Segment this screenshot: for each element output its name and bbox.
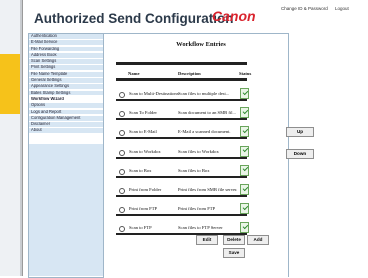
sidebar-item-general-settings[interactable]: General Settings: [29, 78, 103, 84]
workflow-row[interactable]: Scan to Workdox Scan files to Workdox: [116, 145, 249, 161]
row-description: E-Mail a scanned document.: [178, 129, 231, 135]
sidebar: Authentication E-Mail Service File Forward…: [28, 33, 104, 278]
workflow-row[interactable]: Scan to E-Mail E-Mail a scanned document.: [116, 126, 249, 141]
row-divider: [116, 137, 247, 140]
main-content: Workflow Entries Name Description Status…: [103, 33, 289, 277]
status-check-icon[interactable]: [240, 222, 249, 234]
desktop-background: [0, 0, 20, 276]
sidebar-item-about[interactable]: About: [29, 128, 103, 135]
row-description: Scan document to an SMB fil...: [178, 110, 236, 116]
sidebar-item-options[interactable]: Options: [29, 103, 103, 110]
workflow-row[interactable]: Print from Folder Print files from SMB fi…: [116, 184, 249, 199]
row-divider: [116, 118, 247, 121]
row-name: Scan to E-Mail: [129, 129, 157, 135]
add-button[interactable]: Add: [247, 235, 269, 245]
row-select-radio[interactable]: [119, 188, 125, 194]
status-check-icon[interactable]: [240, 145, 249, 157]
logout-link[interactable]: Logout: [335, 6, 349, 11]
row-divider: [116, 99, 247, 101]
header-divider-bottom: [116, 78, 247, 81]
status-check-icon[interactable]: [240, 126, 249, 138]
row-select-radio[interactable]: [119, 226, 125, 233]
header-divider-top: [116, 62, 247, 65]
workflow-row[interactable]: Print from FTP Print files from FTP: [116, 203, 249, 218]
sidebar-item-configuration-management[interactable]: Configuration Management: [29, 115, 103, 122]
row-name: Scan to FTP: [129, 225, 152, 231]
sidebar-filler: [29, 144, 103, 276]
row-name: Scan to Workdox: [129, 148, 161, 154]
sidebar-item-workflow-wizard[interactable]: Workflow Wizard: [29, 96, 103, 103]
move-down-button[interactable]: Down: [286, 149, 314, 159]
status-check-icon[interactable]: [240, 88, 249, 99]
row-select-radio[interactable]: [119, 111, 125, 118]
sidebar-item-disclaimer[interactable]: Disclaimer: [29, 122, 103, 128]
row-select-radio[interactable]: [119, 207, 125, 214]
sidebar-item-appearance-settings[interactable]: Appearance Settings: [29, 84, 103, 91]
status-check-icon[interactable]: [240, 184, 249, 195]
row-select-radio[interactable]: [119, 130, 125, 137]
sidebar-item-bates-stamp-settings[interactable]: Bates Stamp Settings: [29, 90, 103, 97]
page-title: Authorized Send Configuration: [34, 11, 234, 26]
save-button[interactable]: Save: [223, 248, 245, 258]
move-up-button[interactable]: Up: [286, 127, 314, 137]
sidebar-item-e-mail-service[interactable]: E-Mail Service: [29, 40, 103, 47]
change-password-link[interactable]: Change ID & Password: [281, 6, 328, 11]
workflow-row[interactable]: Scan to Multi-Destinations Scan files to …: [116, 88, 249, 103]
row-description: Print files from SMB file server.: [178, 187, 237, 192]
workflow-row[interactable]: Scan to Box Scan files to Box: [116, 164, 249, 180]
top-links: Change ID & Password Logout: [281, 6, 355, 11]
row-description: Scan files to Workdox: [178, 148, 219, 154]
column-name: Name: [128, 71, 140, 76]
column-description: Description: [178, 71, 201, 76]
sidebar-item-scan-settings[interactable]: Scan Settings: [29, 59, 103, 65]
status-check-icon[interactable]: [240, 203, 249, 215]
sidebar-item-authentication[interactable]: Authentication: [29, 34, 103, 40]
column-status: Status: [239, 71, 252, 76]
status-check-icon[interactable]: [240, 107, 249, 119]
row-divider: [116, 175, 247, 178]
row-divider: [116, 156, 247, 159]
row-divider: [116, 214, 247, 217]
sidebar-item-print-settings[interactable]: Print Settings: [29, 65, 103, 72]
row-name: Scan To Folder: [129, 110, 157, 116]
canon-logo: Canon: [212, 8, 256, 24]
row-description: Scan files to FTP Server: [178, 225, 223, 231]
row-description: Scan files to multiple dest...: [178, 91, 230, 96]
app-window: Authorized Send Configuration Canon Chan…: [22, 0, 368, 278]
row-divider: [116, 195, 247, 197]
sidebar-item-file-forwarding[interactable]: File Forwarding: [29, 46, 103, 53]
sidebar-item-logs-and-report[interactable]: Logs and Report: [29, 109, 103, 116]
status-check-icon[interactable]: [240, 164, 249, 176]
sidebar-item-file-name-template[interactable]: File Name Template: [29, 71, 103, 78]
row-select-radio[interactable]: [119, 92, 125, 98]
row-name: Scan to Multi-Destinations: [129, 91, 179, 96]
sidebar-list: Authentication E-Mail Service File Forward…: [29, 34, 103, 135]
row-description: Print files from FTP: [178, 206, 216, 212]
edit-button[interactable]: Edit: [196, 235, 218, 245]
row-select-radio[interactable]: [119, 149, 125, 156]
workflow-title: Workflow Entries: [176, 41, 226, 48]
row-description: Scan files to Box: [178, 167, 210, 173]
row-name: Scan to Box: [129, 167, 152, 173]
delete-button[interactable]: Delete: [223, 235, 245, 245]
row-select-radio[interactable]: [119, 168, 125, 175]
header: Authorized Send Configuration Canon Chan…: [23, 0, 368, 30]
row-name: Print from FTP: [129, 206, 158, 212]
sidebar-item-address-book[interactable]: Address Book: [29, 52, 103, 59]
row-name: Print from Folder: [129, 187, 162, 192]
workflow-row[interactable]: Scan To Folder Scan document to an SMB fi…: [116, 107, 249, 122]
